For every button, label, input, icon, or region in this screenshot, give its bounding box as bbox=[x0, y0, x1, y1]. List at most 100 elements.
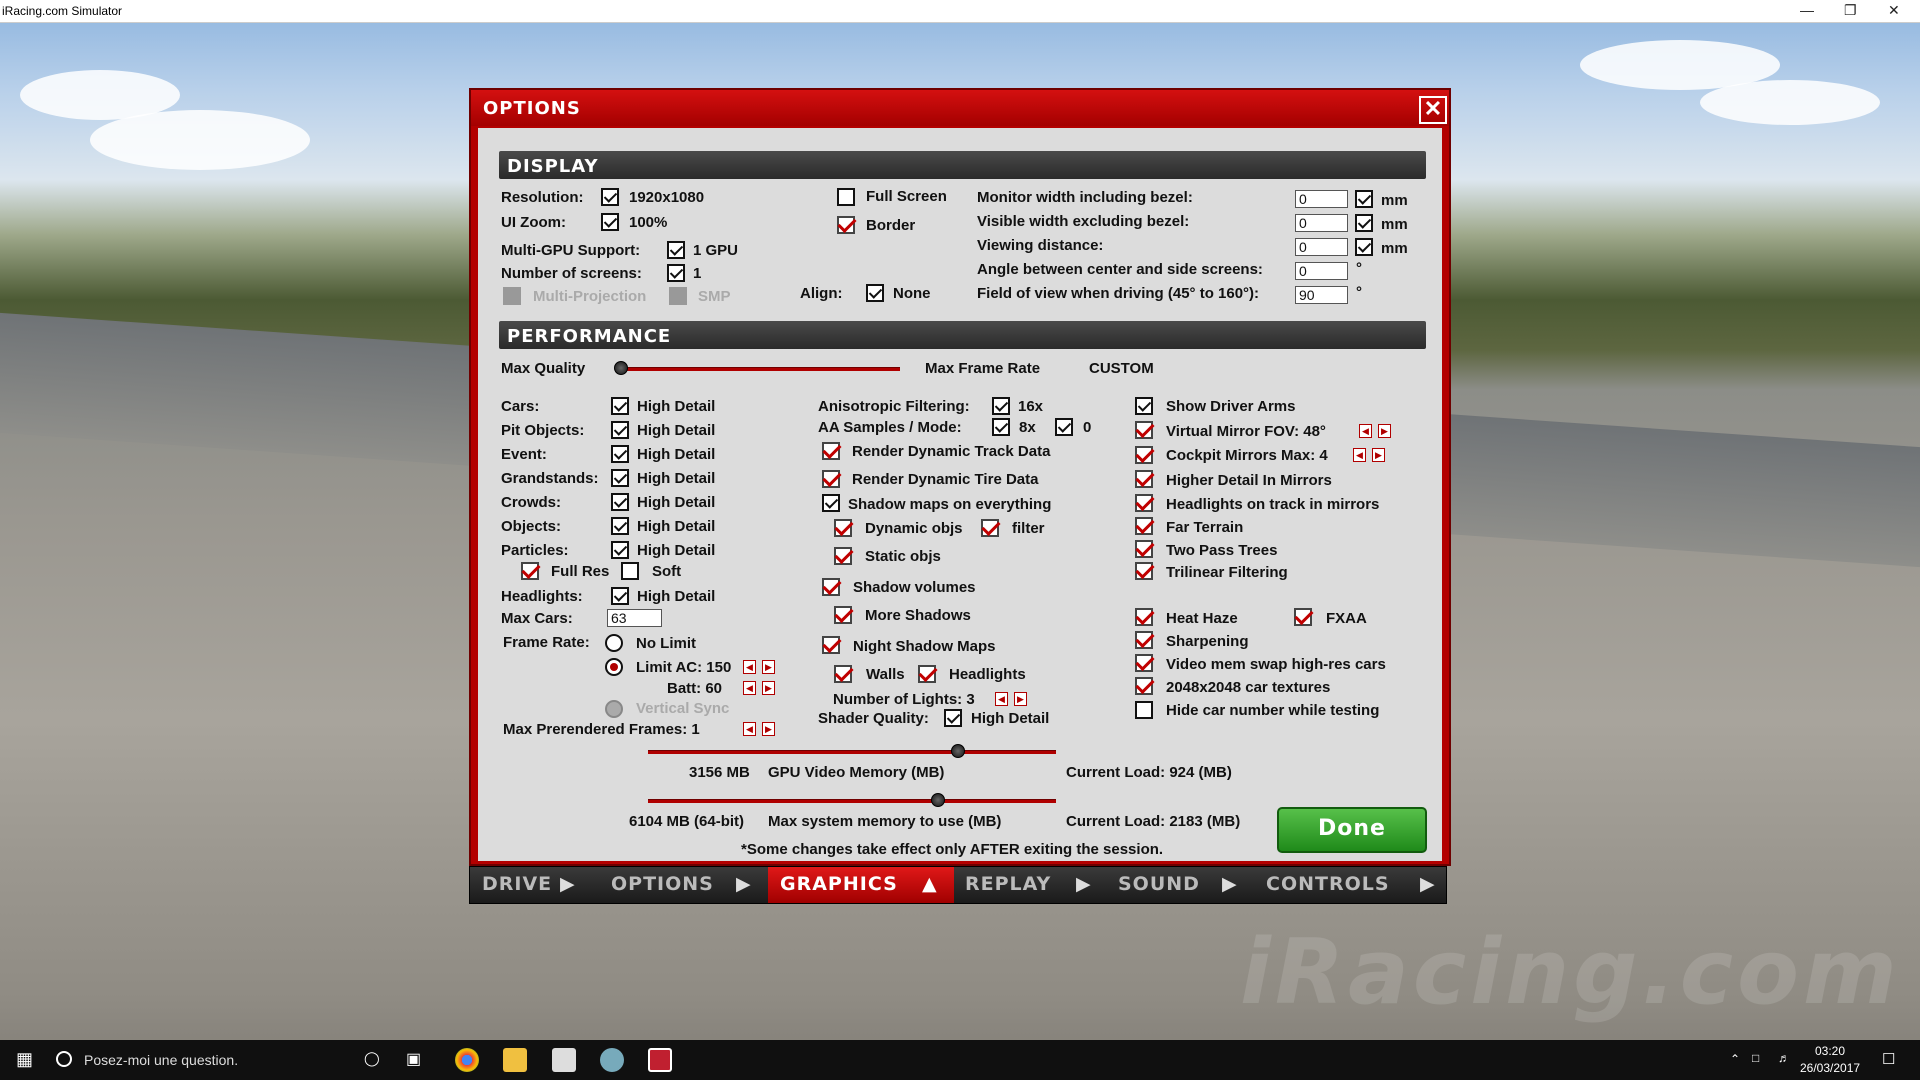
render-tire-checkbox[interactable] bbox=[822, 470, 840, 488]
batt-decrease-icon[interactable]: ◀ bbox=[743, 681, 756, 695]
gpu-memory-slider-track[interactable] bbox=[648, 750, 1056, 754]
walls-checkbox[interactable] bbox=[834, 665, 852, 683]
max-cars-input[interactable]: 63 bbox=[607, 609, 662, 627]
fullres-checkbox[interactable] bbox=[521, 562, 539, 580]
night-shadow-checkbox[interactable] bbox=[822, 636, 840, 654]
done-button[interactable]: Done bbox=[1277, 807, 1427, 853]
shadow-volumes-checkbox[interactable] bbox=[822, 578, 840, 596]
lights-increase-icon[interactable]: ▶ bbox=[1014, 692, 1027, 706]
aa-mode-dropdown[interactable] bbox=[1055, 418, 1073, 436]
lights-decrease-icon[interactable]: ◀ bbox=[995, 692, 1008, 706]
store-icon[interactable] bbox=[552, 1048, 576, 1072]
system-memory-slider-track[interactable] bbox=[648, 799, 1056, 803]
clock-date[interactable]: 26/03/2017 bbox=[1800, 1061, 1860, 1075]
detail-row-dropdown[interactable] bbox=[611, 445, 629, 463]
nav-graphics[interactable]: GRAPHICS bbox=[780, 873, 898, 895]
system-memory-slider-knob[interactable] bbox=[930, 793, 945, 807]
iracing-taskbar-icon[interactable] bbox=[648, 1048, 672, 1072]
soft-checkbox[interactable] bbox=[621, 562, 639, 580]
visible-width-unit-dropdown[interactable] bbox=[1355, 214, 1373, 232]
windows-start-icon[interactable]: ▦ bbox=[16, 1049, 33, 1070]
static-objs-checkbox[interactable] bbox=[834, 547, 852, 565]
heat-haze-checkbox[interactable] bbox=[1135, 608, 1153, 626]
fov-mirror-increase-icon[interactable]: ▶ bbox=[1378, 424, 1391, 438]
visible-width-input[interactable]: 0 bbox=[1295, 214, 1348, 232]
trilinear-checkbox[interactable] bbox=[1135, 562, 1153, 580]
uizoom-dropdown[interactable] bbox=[601, 213, 619, 231]
file-explorer-icon[interactable] bbox=[503, 1048, 527, 1072]
mirrors-max-increase-icon[interactable]: ▶ bbox=[1372, 448, 1385, 462]
two-pass-checkbox[interactable] bbox=[1135, 540, 1153, 558]
microphone-icon[interactable]: ◯ bbox=[364, 1050, 380, 1067]
restore-icon[interactable]: ❐ bbox=[1844, 2, 1857, 19]
nav-drive[interactable]: DRIVE bbox=[482, 873, 552, 895]
clock-time[interactable]: 03:20 bbox=[1815, 1044, 1845, 1058]
limit-ac-increase-icon[interactable]: ▶ bbox=[762, 660, 775, 674]
prerendered-increase-icon[interactable]: ▶ bbox=[762, 722, 775, 736]
quality-slider-track[interactable] bbox=[621, 367, 900, 371]
minimize-icon[interactable]: — bbox=[1800, 2, 1814, 18]
sharpening-checkbox[interactable] bbox=[1135, 631, 1153, 649]
cortana-icon[interactable] bbox=[56, 1051, 72, 1067]
limit-ac-decrease-icon[interactable]: ◀ bbox=[743, 660, 756, 674]
prerendered-decrease-icon[interactable]: ◀ bbox=[743, 722, 756, 736]
fov-mirror-decrease-icon[interactable]: ◀ bbox=[1359, 424, 1372, 438]
border-checkbox[interactable] bbox=[837, 216, 855, 234]
align-dropdown[interactable] bbox=[866, 284, 884, 302]
fullscreen-checkbox[interactable] bbox=[837, 188, 855, 206]
monitor-width-input[interactable]: 0 bbox=[1295, 190, 1348, 208]
nav-replay[interactable]: REPLAY bbox=[965, 873, 1051, 895]
close-icon[interactable]: ✕ bbox=[1419, 96, 1447, 124]
fov-input[interactable]: 90 bbox=[1295, 286, 1348, 304]
gpu-memory-slider-knob[interactable] bbox=[951, 744, 966, 758]
viewing-distance-input[interactable]: 0 bbox=[1295, 238, 1348, 256]
screens-dropdown[interactable] bbox=[667, 264, 685, 282]
textures-checkbox[interactable] bbox=[1135, 677, 1153, 695]
batt-increase-icon[interactable]: ▶ bbox=[762, 681, 775, 695]
nav-sound[interactable]: SOUND bbox=[1118, 873, 1200, 895]
volume-icon[interactable]: ♬ bbox=[1778, 1051, 1790, 1065]
headlights-dropdown[interactable] bbox=[611, 587, 629, 605]
app-icon[interactable] bbox=[600, 1048, 624, 1072]
no-limit-radio[interactable] bbox=[605, 634, 623, 652]
aa-samples-dropdown[interactable] bbox=[992, 418, 1010, 436]
detail-row-dropdown[interactable] bbox=[611, 469, 629, 487]
mirrors-max-decrease-icon[interactable]: ◀ bbox=[1353, 448, 1366, 462]
tray-chevron-icon[interactable]: ⌃ bbox=[1730, 1052, 1740, 1066]
hide-number-checkbox[interactable] bbox=[1135, 701, 1153, 719]
more-shadows-checkbox[interactable] bbox=[834, 606, 852, 624]
detail-row-dropdown[interactable] bbox=[611, 397, 629, 415]
viewing-distance-unit-dropdown[interactable] bbox=[1355, 238, 1373, 256]
dynamic-objs-checkbox[interactable] bbox=[834, 519, 852, 537]
network-icon[interactable]: □ bbox=[1752, 1051, 1759, 1065]
cockpit-mirrors-checkbox[interactable] bbox=[1135, 446, 1153, 464]
detail-row-dropdown[interactable] bbox=[611, 541, 629, 559]
far-terrain-checkbox[interactable] bbox=[1135, 517, 1153, 535]
headlights-mirrors-checkbox[interactable] bbox=[1135, 494, 1153, 512]
higher-detail-mirrors-checkbox[interactable] bbox=[1135, 470, 1153, 488]
shadow-maps-checkbox[interactable] bbox=[822, 494, 840, 512]
render-track-checkbox[interactable] bbox=[822, 442, 840, 460]
headlights-shadow-checkbox[interactable] bbox=[918, 665, 936, 683]
detail-row-dropdown[interactable] bbox=[611, 517, 629, 535]
nav-options[interactable]: OPTIONS bbox=[611, 873, 714, 895]
aniso-dropdown[interactable] bbox=[992, 397, 1010, 415]
task-view-icon[interactable]: ▣ bbox=[406, 1049, 421, 1069]
multigpu-dropdown[interactable] bbox=[667, 241, 685, 259]
show-arms-checkbox[interactable] bbox=[1135, 397, 1153, 415]
monitor-width-unit-dropdown[interactable] bbox=[1355, 190, 1373, 208]
search-input[interactable]: Posez-moi une question. bbox=[84, 1052, 238, 1068]
virtual-mirror-checkbox[interactable] bbox=[1135, 421, 1153, 439]
detail-row-dropdown[interactable] bbox=[611, 421, 629, 439]
filter-checkbox[interactable] bbox=[981, 519, 999, 537]
angle-input[interactable]: 0 bbox=[1295, 262, 1348, 280]
chrome-icon[interactable] bbox=[455, 1048, 479, 1072]
close-window-icon[interactable]: ✕ bbox=[1888, 2, 1900, 19]
action-center-icon[interactable]: ☐ bbox=[1882, 1050, 1895, 1068]
shader-dropdown[interactable] bbox=[944, 709, 962, 727]
limit-ac-radio[interactable] bbox=[605, 658, 623, 676]
resolution-dropdown[interactable] bbox=[601, 188, 619, 206]
detail-row-dropdown[interactable] bbox=[611, 493, 629, 511]
fxaa-checkbox[interactable] bbox=[1294, 608, 1312, 626]
nav-controls[interactable]: CONTROLS bbox=[1266, 873, 1390, 895]
